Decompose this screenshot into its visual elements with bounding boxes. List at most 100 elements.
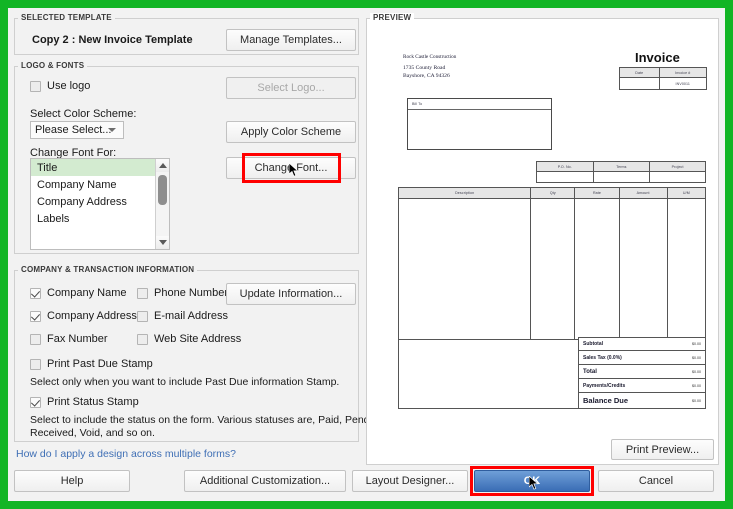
totals-label-sales-tax: Sales Tax (0.0%) — [583, 354, 622, 361]
past-due-help-text: Select only when you want to include Pas… — [30, 376, 340, 388]
scrollbar-thumb[interactable] — [158, 175, 167, 205]
logo-and-fonts-group-title: LOGO & FONTS — [18, 61, 88, 70]
list-item[interactable]: Company Name — [31, 176, 169, 193]
print-preview-button[interactable]: Print Preview... — [611, 439, 714, 460]
color-scheme-value: Please Select... — [35, 124, 112, 136]
checkbox-print-past-due[interactable]: Print Past Due Stamp — [30, 358, 153, 370]
print-status-stamp-checkbox[interactable] — [30, 396, 41, 408]
totals-label-balance-due: Balance Due — [583, 396, 629, 405]
select-logo-button[interactable]: Select Logo... — [226, 77, 356, 99]
layout-designer-button[interactable]: Layout Designer... — [352, 470, 468, 492]
meta-value-invoice-number: INV0011 — [675, 81, 690, 86]
preview-group-title: PREVIEW — [370, 13, 415, 22]
print-past-due-checkbox[interactable] — [30, 358, 41, 370]
use-logo-label: Use logo — [47, 80, 91, 92]
scroll-down-icon[interactable] — [156, 236, 169, 249]
totals-row-total: Total $0.00 — [578, 365, 706, 379]
line-header-um: U/M — [682, 191, 690, 195]
company-transaction-group-title: COMPANY & TRANSACTION INFORMATION — [18, 265, 198, 274]
preview-bill-to-box: Bill To — [407, 98, 552, 150]
ref-header-project: Project — [671, 164, 684, 169]
table-row: P.O. No. Terms Project — [536, 161, 706, 172]
status-stamp-help-line-1: Select to include the status on the form… — [30, 414, 387, 426]
totals-value-balance-due: $0.00 — [692, 398, 701, 403]
checkbox-web-site-address[interactable]: Web Site Address — [137, 333, 241, 345]
additional-customization-button[interactable]: Additional Customization... — [184, 470, 346, 492]
email-address-checkbox[interactable] — [137, 310, 148, 322]
ok-button[interactable]: OK — [474, 470, 590, 492]
list-item[interactable]: Labels — [31, 210, 169, 227]
list-item[interactable]: Title — [31, 159, 169, 176]
totals-value-subtotal: $0.00 — [692, 342, 701, 346]
select-color-scheme-label: Select Color Scheme: — [30, 108, 137, 120]
preview-line-items-table: Description Qty Rate Amount U/M — [397, 187, 707, 340]
change-font-button[interactable]: Change Font... — [226, 157, 356, 179]
checkbox-fax-number[interactable]: Fax Number — [30, 333, 108, 345]
totals-label-subtotal: Subtotal — [583, 341, 603, 347]
line-header-description: Description — [455, 191, 475, 195]
chevron-down-icon — [108, 128, 116, 132]
checkbox-email-address[interactable]: E-mail Address — [137, 310, 228, 322]
apply-color-scheme-button[interactable]: Apply Color Scheme — [226, 121, 356, 143]
totals-left-rule — [398, 337, 578, 409]
font-target-listbox[interactable]: Title Company Name Company Address Label… — [30, 158, 170, 250]
use-logo-checkbox[interactable] — [30, 80, 41, 92]
template-name-value: Copy 2 : New Invoice Template — [32, 34, 193, 46]
meta-header-date: Date — [635, 70, 644, 75]
preview-address-line-2: Bayshore, CA 94326 — [403, 73, 450, 79]
checkbox-phone-number[interactable]: Phone Number — [137, 287, 228, 299]
fax-number-checkbox[interactable] — [30, 333, 41, 345]
ref-header-po-no: P.O. No. — [557, 164, 572, 169]
cancel-button[interactable]: Cancel — [598, 470, 714, 492]
color-scheme-select[interactable]: Please Select... — [30, 121, 124, 139]
customize-template-dialog: SELECTED TEMPLATE Copy 2 : New Invoice T… — [8, 8, 725, 501]
totals-value-payments-credits: $0.00 — [692, 383, 701, 388]
phone-number-label: Phone Number — [154, 287, 228, 299]
company-name-checkbox[interactable] — [30, 287, 41, 299]
help-button[interactable]: Help — [14, 470, 130, 492]
preview-address-line-1: 1735 County Road — [403, 65, 446, 71]
meta-header-invoice-number: Invoice # — [675, 70, 691, 75]
totals-value-sales-tax: $0.00 — [692, 355, 701, 360]
web-site-address-label: Web Site Address — [154, 333, 242, 345]
selected-template-group-title: SELECTED TEMPLATE — [18, 13, 115, 22]
totals-label-total: Total — [583, 368, 597, 375]
totals-row-balance-due: Balance Due $0.00 — [578, 393, 706, 409]
fax-number-label: Fax Number — [47, 333, 108, 345]
checkbox-company-address[interactable]: Company Address — [30, 310, 137, 322]
print-status-stamp-label: Print Status Stamp — [47, 396, 139, 408]
totals-row-subtotal: Subtotal $0.00 — [578, 337, 706, 351]
company-address-label: Company Address — [47, 310, 137, 322]
web-site-address-checkbox[interactable] — [137, 333, 148, 345]
line-header-amount: Amount — [636, 191, 650, 195]
preview-reference-table: P.O. No. Terms Project — [536, 161, 706, 183]
list-item[interactable]: Company Address — [31, 193, 169, 210]
apply-design-help-link[interactable]: How do I apply a design across multiple … — [16, 448, 236, 460]
totals-row-payments-credits: Payments/Credits $0.00 — [578, 379, 706, 393]
update-information-button[interactable]: Update Information... — [226, 283, 356, 305]
invoice-preview-document: Rock Castle Construction 1735 County Roa… — [370, 32, 715, 428]
totals-row-sales-tax: Sales Tax (0.0%) $0.00 — [578, 351, 706, 365]
manage-templates-button[interactable]: Manage Templates... — [226, 29, 356, 51]
scroll-up-icon[interactable] — [156, 159, 169, 172]
checkbox-company-name[interactable]: Company Name — [30, 287, 126, 299]
table-row: INV0011 — [619, 77, 708, 90]
line-header-rate: Rate — [592, 191, 601, 195]
table-row: Description Qty Rate Amount U/M — [397, 187, 707, 199]
status-stamp-help-line-2: Received, Void, and so on. — [30, 427, 155, 439]
preview-invoice-title: Invoice — [635, 50, 680, 65]
preview-invoice-meta-table: Date Invoice # INV0011 — [619, 67, 708, 90]
use-logo-checkbox-row[interactable]: Use logo — [30, 80, 90, 92]
checkbox-print-status-stamp[interactable]: Print Status Stamp — [30, 396, 139, 408]
phone-number-checkbox[interactable] — [137, 287, 148, 299]
listbox-scrollbar[interactable] — [155, 159, 169, 249]
line-header-qty: Qty — [549, 191, 556, 195]
print-past-due-label: Print Past Due Stamp — [47, 358, 153, 370]
ref-header-terms: Terms — [616, 164, 627, 169]
totals-label-payments-credits: Payments/Credits — [583, 382, 626, 389]
company-address-checkbox[interactable] — [30, 310, 41, 322]
company-name-label: Company Name — [47, 287, 127, 299]
email-address-label: E-mail Address — [154, 310, 228, 322]
bill-to-label: Bill To — [412, 102, 423, 106]
preview-company-name: Rock Castle Construction — [403, 54, 457, 60]
